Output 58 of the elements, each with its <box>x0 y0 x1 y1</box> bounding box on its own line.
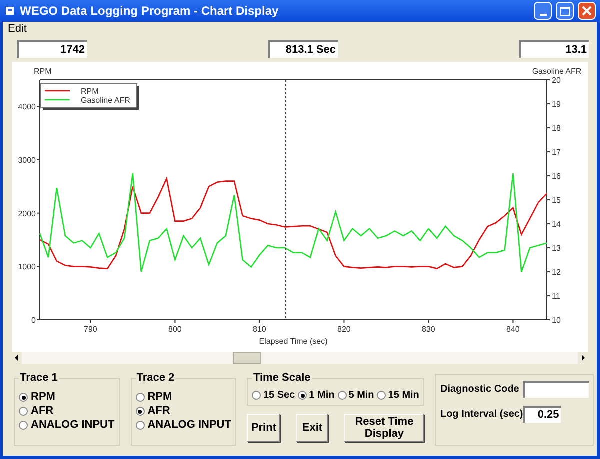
axis-label: Elapsed Time (sec) <box>259 337 328 346</box>
tick-label: 15 <box>552 196 561 205</box>
minimize-button[interactable] <box>534 2 552 20</box>
action-button[interactable]: Exit <box>296 414 328 442</box>
tick-label: 820 <box>338 325 351 334</box>
tick-label: 810 <box>253 325 266 334</box>
radio-option[interactable]: RPM <box>136 390 232 404</box>
radio-option[interactable]: AFR <box>136 404 232 418</box>
tick-label: 3000 <box>18 156 36 165</box>
diagnostic-code-field[interactable] <box>523 381 590 398</box>
tick-label: 4000 <box>18 102 36 112</box>
tick-label: 1000 <box>18 262 36 272</box>
tick-label: 840 <box>506 325 520 334</box>
window-title: WEGO Data Logging Program - Chart Display <box>20 3 280 20</box>
group-title: Trace 2 <box>136 371 176 386</box>
tick-label: 11 <box>552 292 560 301</box>
tick-label: 10 <box>552 316 561 325</box>
tick-label: 16 <box>552 172 561 181</box>
value-readout: 13.1 <box>519 40 589 58</box>
tick-label: 12 <box>552 268 561 277</box>
legend-label: RPM <box>81 87 100 96</box>
value-readout: 1742 <box>17 40 87 58</box>
radio-option[interactable]: ANALOG INPUT <box>19 418 115 432</box>
group-title: Time Scale <box>252 371 312 386</box>
radio-option[interactable]: AFR <box>19 404 115 418</box>
radio-option[interactable]: 5 Min <box>338 388 374 402</box>
group-title: Trace 1 <box>19 371 59 386</box>
tick-label: 20 <box>552 76 561 85</box>
close-button[interactable] <box>578 2 596 20</box>
log-interval-field[interactable]: 0.25 <box>523 406 562 423</box>
menu-item[interactable]: Edit <box>8 20 27 38</box>
tick-label: 830 <box>422 325 436 334</box>
tick-label: 0 <box>32 316 36 325</box>
field-label: Diagnostic Code <box>440 383 520 397</box>
axis-label: RPM <box>34 67 52 76</box>
tick-label: 19 <box>552 100 561 109</box>
legend-label: Gasoline AFR <box>81 96 131 105</box>
field-label: Log Interval (sec) <box>440 408 524 422</box>
radio-option[interactable]: 15 Min <box>377 388 420 402</box>
action-button[interactable]: Reset Time Display <box>344 414 424 442</box>
radio-option[interactable]: ANALOG INPUT <box>136 418 232 432</box>
tick-label: 14 <box>552 220 561 229</box>
action-button[interactable]: Print <box>247 414 280 442</box>
tick-label: 800 <box>168 325 182 334</box>
radio-option[interactable]: 15 Sec <box>252 388 296 402</box>
tick-label: 18 <box>552 124 561 133</box>
time-readout: 813.1 Sec <box>268 40 338 58</box>
tick-label: 790 <box>84 325 98 334</box>
radio-option[interactable]: RPM <box>19 390 115 404</box>
tick-label: 13 <box>552 244 561 253</box>
close-icon <box>582 6 592 16</box>
scroll-thumb[interactable] <box>233 352 261 364</box>
tick-label: 17 <box>552 148 561 157</box>
app-icon <box>4 5 16 17</box>
tick-label: 2000 <box>18 209 36 218</box>
axis-label: Gasoline AFR <box>532 67 582 76</box>
maximize-button[interactable] <box>556 2 574 20</box>
radio-option[interactable]: 1 Min <box>298 388 335 402</box>
